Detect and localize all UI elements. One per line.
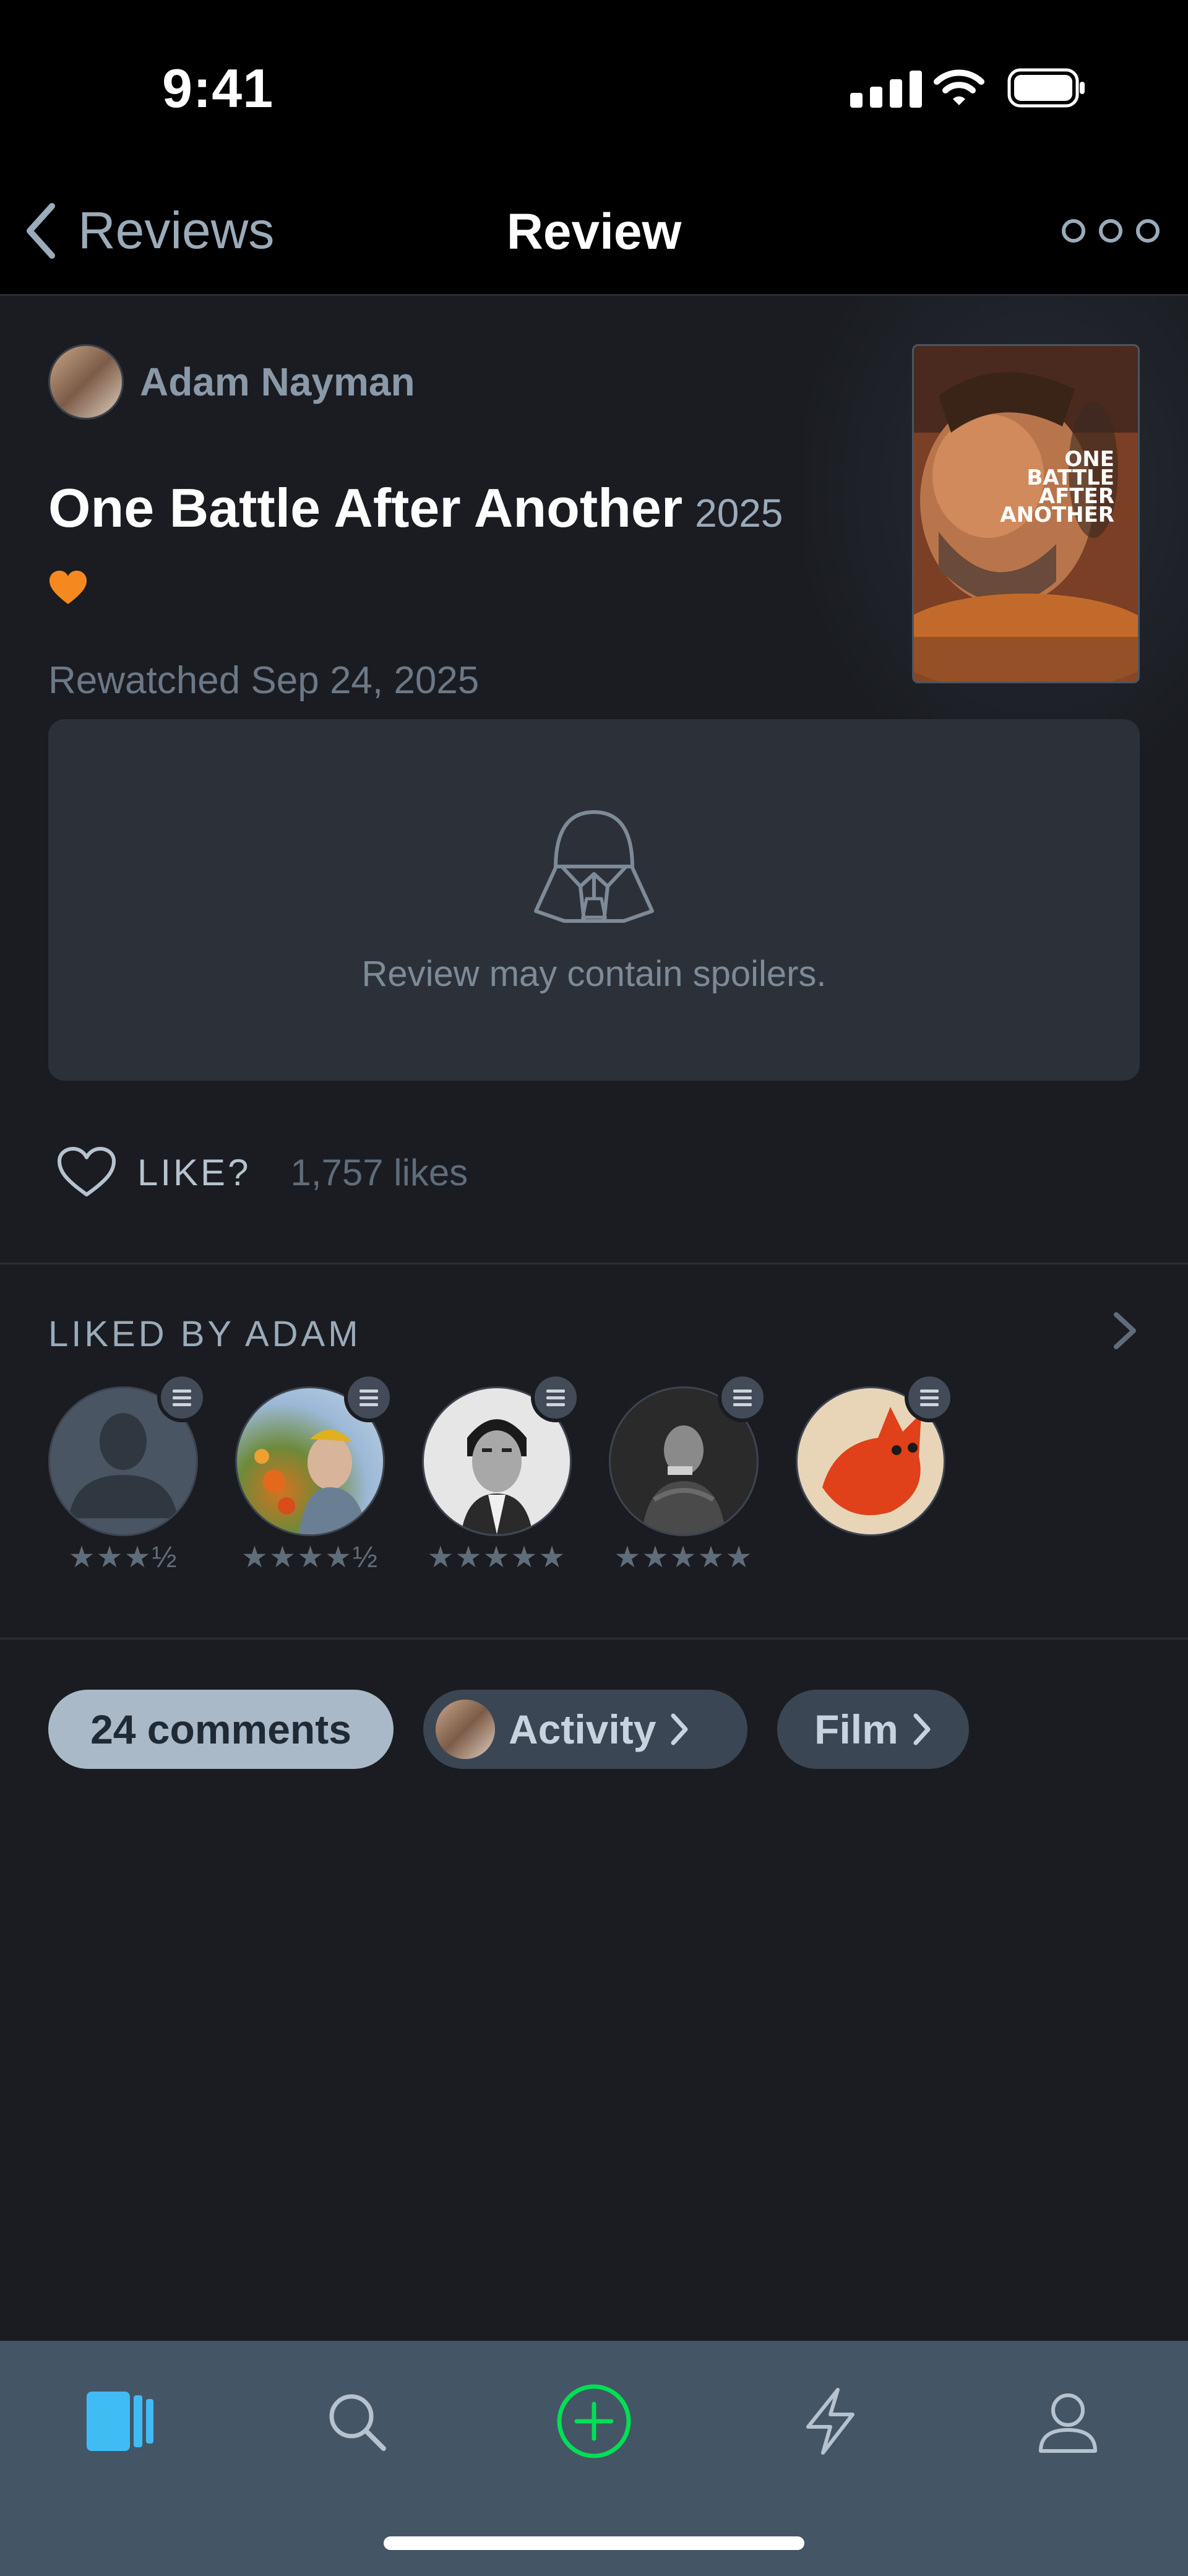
watched-date: Rewatched Sep 24, 2025 — [48, 659, 480, 702]
friend-rating: ★★★★★ — [427, 1541, 567, 1574]
wifi-icon — [934, 69, 984, 105]
like-button[interactable]: LIKE? — [137, 1151, 251, 1194]
spoiler-warning-card[interactable]: Review may contain spoilers. — [48, 719, 1140, 1081]
chevron-right-icon[interactable] — [1111, 1311, 1138, 1351]
list-icon — [157, 1373, 207, 1422]
divider — [0, 1638, 1188, 1640]
liked-heart-icon — [50, 571, 87, 604]
darth-vader-helmet-icon — [534, 810, 654, 923]
comments-button[interactable]: 24 comments — [48, 1690, 394, 1769]
friend-rating: ★★★½ — [68, 1541, 178, 1574]
chevron-right-icon — [913, 1713, 931, 1745]
film-title[interactable]: One Battle After Another — [48, 477, 682, 540]
friend-item[interactable]: ★★★½ — [48, 1373, 207, 1575]
author-avatar — [436, 1700, 495, 1759]
friend-item[interactable]: ★★★★½ — [235, 1373, 394, 1575]
friend-item[interactable]: ★★★★★ — [422, 1373, 580, 1575]
film-button[interactable]: Film — [777, 1690, 969, 1769]
activity-icon[interactable] — [787, 2378, 874, 2465]
friend-item[interactable]: ★★★★★ — [609, 1373, 767, 1575]
back-label: Reviews — [78, 201, 275, 259]
divider — [0, 1263, 1188, 1264]
heart-outline-icon[interactable] — [57, 1146, 116, 1198]
activity-button[interactable]: Activity — [423, 1690, 747, 1769]
back-button[interactable]: Reviews — [25, 201, 274, 261]
nav-bar: Review Reviews — [0, 176, 1188, 296]
more-options-icon[interactable] — [1062, 219, 1160, 243]
friend-rating: ★★★★★ — [614, 1541, 754, 1574]
poster-title-text: ONE BATTLE AFTER ANOTHER — [1000, 449, 1114, 527]
chevron-left-icon — [27, 202, 55, 259]
list-icon — [905, 1373, 954, 1422]
film-label: Film — [814, 1706, 898, 1752]
film-poster[interactable]: ONE BATTLE AFTER ANOTHER — [912, 344, 1140, 683]
spoiler-warning-text: Review may contain spoilers. — [361, 954, 827, 994]
friend-item[interactable] — [796, 1373, 954, 1540]
review-author[interactable]: Adam Nayman — [48, 344, 415, 420]
add-icon[interactable] — [551, 2378, 637, 2465]
home-indicator[interactable] — [384, 2536, 804, 2550]
likes-count[interactable]: 1,757 likes — [290, 1151, 468, 1194]
friend-rating: ★★★★½ — [241, 1541, 379, 1574]
status-bar: 9:41 — [0, 0, 1188, 176]
films-icon[interactable] — [77, 2378, 163, 2465]
activity-label: Activity — [509, 1706, 656, 1752]
film-heading[interactable]: One Battle After Another 2025 — [48, 477, 783, 540]
author-avatar[interactable] — [48, 344, 124, 420]
search-icon[interactable] — [313, 2378, 400, 2465]
author-name[interactable]: Adam Nayman — [140, 359, 415, 405]
like-row: LIKE? 1,757 likes — [57, 1146, 468, 1198]
battery-icon — [1007, 68, 1085, 108]
profile-icon[interactable] — [1025, 2378, 1111, 2465]
poster-text-line: ANOTHER — [1000, 503, 1114, 527]
liked-by-header[interactable]: LIKED BY ADAM — [48, 1313, 361, 1355]
list-icon — [344, 1373, 394, 1422]
list-icon — [531, 1373, 580, 1422]
list-icon — [718, 1373, 767, 1422]
chevron-right-icon — [671, 1713, 688, 1745]
signal-icon — [850, 69, 922, 108]
status-time: 9:41 — [162, 58, 274, 119]
film-year: 2025 — [695, 491, 783, 535]
